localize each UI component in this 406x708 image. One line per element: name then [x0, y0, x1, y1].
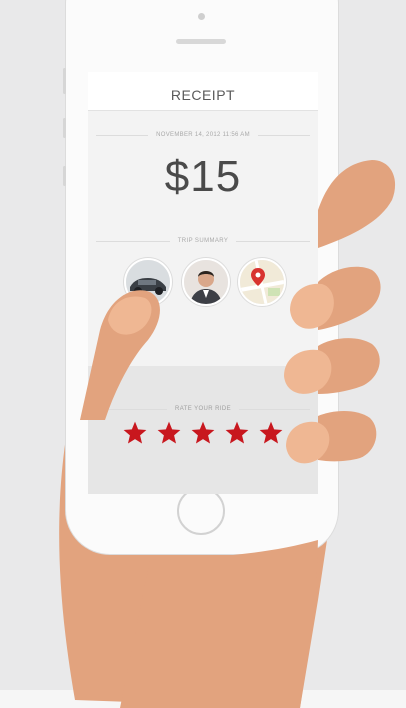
index-finger: [318, 160, 396, 248]
hand-front-illustration: [80, 160, 396, 708]
palm-lower: [120, 540, 318, 708]
